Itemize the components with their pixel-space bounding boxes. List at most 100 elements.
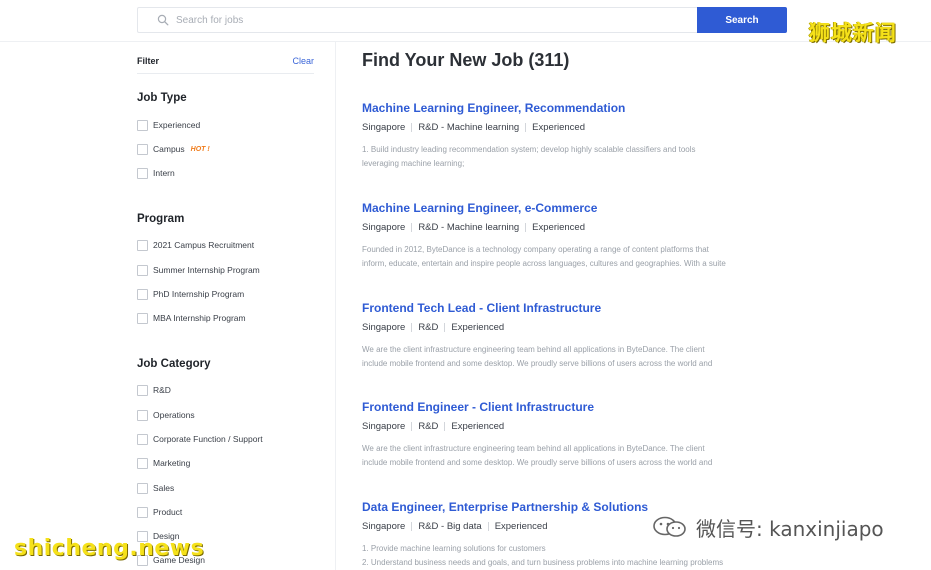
job-description-line: include mobile frontend and some desktop… bbox=[362, 458, 713, 467]
job-location: Singapore bbox=[362, 322, 406, 333]
filter-group-title-job-type: Job Type bbox=[137, 92, 187, 104]
filter-option-label: 2021 Campus Recruitment bbox=[153, 240, 255, 250]
meta-separator bbox=[411, 323, 413, 332]
clear-filters-link[interactable]: Clear bbox=[292, 56, 314, 66]
checkbox[interactable] bbox=[137, 264, 148, 276]
filter-option-corporate-function[interactable]: Corporate Function / Support bbox=[137, 432, 263, 446]
sidebar-divider bbox=[335, 42, 336, 570]
job-location: Singapore bbox=[362, 521, 406, 532]
filter-option-label: Campus bbox=[153, 144, 185, 154]
job-card[interactable]: Frontend Tech Lead - Client Infrastructu… bbox=[362, 301, 792, 371]
job-description-line: We are the client infrastructure enginee… bbox=[362, 444, 705, 453]
job-location: Singapore bbox=[362, 122, 406, 133]
meta-separator bbox=[487, 522, 489, 531]
wechat-id-text: 微信号: kanxinjiapo bbox=[696, 516, 884, 541]
wechat-icon bbox=[653, 516, 686, 537]
filter-option-label: Corporate Function / Support bbox=[153, 434, 263, 444]
job-description: Founded in 2012, ByteDance is a technolo… bbox=[362, 243, 792, 271]
filter-option-phd-internship[interactable]: PhD Internship Program bbox=[137, 287, 244, 301]
job-description: We are the client infrastructure enginee… bbox=[362, 442, 792, 470]
job-card[interactable]: Frontend Engineer - Client Infrastructur… bbox=[362, 400, 792, 470]
job-card[interactable]: Machine Learning Engineer, e-Commerce Si… bbox=[362, 201, 792, 271]
checkbox[interactable] bbox=[137, 312, 148, 324]
filter-option-intern[interactable]: Intern bbox=[137, 166, 175, 180]
top-search-bar: Search bbox=[0, 0, 931, 42]
filter-option-marketing[interactable]: Marketing bbox=[137, 456, 190, 470]
filter-option-product[interactable]: Product bbox=[137, 505, 182, 519]
meta-separator bbox=[411, 522, 413, 531]
filter-title: Filter bbox=[137, 56, 160, 66]
checkbox[interactable] bbox=[137, 457, 148, 469]
filter-option-2021-campus-recruitment[interactable]: 2021 Campus Recruitment bbox=[137, 238, 254, 252]
filter-option-sales[interactable]: Sales bbox=[137, 481, 174, 495]
filter-option-label: Product bbox=[153, 507, 183, 517]
filter-option-rnd[interactable]: R&D bbox=[137, 383, 171, 397]
checkbox[interactable] bbox=[137, 288, 148, 300]
watermark-shicheng-news: shicheng.news bbox=[14, 536, 205, 561]
job-category: R&D - Machine learning bbox=[418, 222, 520, 233]
job-title-link[interactable]: Machine Learning Engineer, e-Commerce bbox=[362, 201, 792, 215]
job-category: R&D - Machine learning bbox=[418, 122, 520, 133]
filter-option-label: Experienced bbox=[153, 120, 201, 130]
checkbox[interactable] bbox=[137, 433, 148, 445]
filter-option-label: Summer Internship Program bbox=[153, 265, 260, 275]
filter-option-label: Operations bbox=[153, 410, 195, 420]
job-description-line: 1. Build industry leading recommendation… bbox=[362, 145, 696, 154]
filter-option-label: Intern bbox=[153, 168, 175, 178]
filter-header: Filter Clear bbox=[137, 54, 314, 74]
job-description-line: 2. Understand business needs and goals, … bbox=[362, 558, 724, 567]
job-description: 1. Build industry leading recommendation… bbox=[362, 143, 792, 171]
job-location: Singapore bbox=[362, 421, 406, 432]
search-input[interactable] bbox=[176, 10, 676, 30]
filter-option-mba-internship[interactable]: MBA Internship Program bbox=[137, 311, 246, 325]
filter-sidebar: Filter Clear Job Type Experienced Campus… bbox=[137, 42, 314, 570]
search-box[interactable] bbox=[137, 7, 697, 33]
search-icon bbox=[157, 14, 169, 26]
job-description: We are the client infrastructure enginee… bbox=[362, 343, 792, 371]
filter-group-title-job-category: Job Category bbox=[137, 358, 211, 370]
filter-option-label: MBA Internship Program bbox=[153, 313, 246, 323]
filter-option-experienced[interactable]: Experienced bbox=[137, 118, 200, 132]
job-location: Singapore bbox=[362, 222, 406, 233]
meta-separator bbox=[444, 323, 446, 332]
watermark-wechat: 微信号: kanxinjiapo bbox=[652, 514, 884, 541]
checkbox[interactable] bbox=[137, 239, 148, 251]
filter-option-operations[interactable]: Operations bbox=[137, 408, 195, 422]
job-description-line: Founded in 2012, ByteDance is a technolo… bbox=[362, 245, 709, 254]
filter-option-summer-internship[interactable]: Summer Internship Program bbox=[137, 263, 260, 277]
checkbox[interactable] bbox=[137, 409, 148, 421]
meta-separator bbox=[411, 422, 413, 431]
job-card[interactable]: Machine Learning Engineer, Recommendatio… bbox=[362, 101, 792, 171]
job-description-line: include mobile frontend and some desktop… bbox=[362, 359, 713, 368]
watermark-shicheng-cn: 狮城新闻 bbox=[809, 21, 897, 45]
job-description-line: 1. Provide machine learning solutions fo… bbox=[362, 544, 546, 553]
checkbox[interactable] bbox=[137, 143, 148, 155]
job-type: Experienced bbox=[494, 521, 548, 532]
meta-separator bbox=[525, 223, 527, 232]
job-title-link[interactable]: Frontend Engineer - Client Infrastructur… bbox=[362, 400, 792, 414]
checkbox[interactable] bbox=[137, 119, 148, 131]
checkbox[interactable] bbox=[137, 506, 148, 518]
job-description-line: inform, educate, entertain and inspire p… bbox=[362, 259, 726, 268]
checkbox[interactable] bbox=[137, 482, 148, 494]
filter-option-label: R&D bbox=[153, 385, 171, 395]
job-description-line: We are the client infrastructure enginee… bbox=[362, 345, 705, 354]
filter-option-campus[interactable]: Campus HOT ! bbox=[137, 142, 210, 156]
checkbox[interactable] bbox=[137, 384, 148, 396]
job-title-link[interactable]: Frontend Tech Lead - Client Infrastructu… bbox=[362, 301, 792, 315]
meta-separator bbox=[444, 422, 446, 431]
job-type: Experienced bbox=[532, 222, 585, 233]
job-list-panel: Find Your New Job (311) Machine Learning… bbox=[362, 42, 792, 570]
meta-separator bbox=[411, 123, 413, 132]
search-button[interactable]: Search bbox=[697, 7, 787, 33]
filter-option-label: PhD Internship Program bbox=[153, 289, 245, 299]
job-title-link[interactable]: Machine Learning Engineer, Recommendatio… bbox=[362, 101, 792, 115]
filter-option-label: Sales bbox=[153, 483, 175, 493]
job-meta: Singapore R&D Experienced bbox=[362, 322, 792, 333]
filter-group-title-program: Program bbox=[137, 213, 185, 225]
page-title: Find Your New Job (311) bbox=[362, 50, 570, 70]
job-meta: Singapore R&D - Machine learning Experie… bbox=[362, 122, 792, 133]
job-category: R&D bbox=[418, 322, 439, 333]
checkbox[interactable] bbox=[137, 167, 148, 179]
hot-badge: HOT ! bbox=[190, 145, 210, 153]
